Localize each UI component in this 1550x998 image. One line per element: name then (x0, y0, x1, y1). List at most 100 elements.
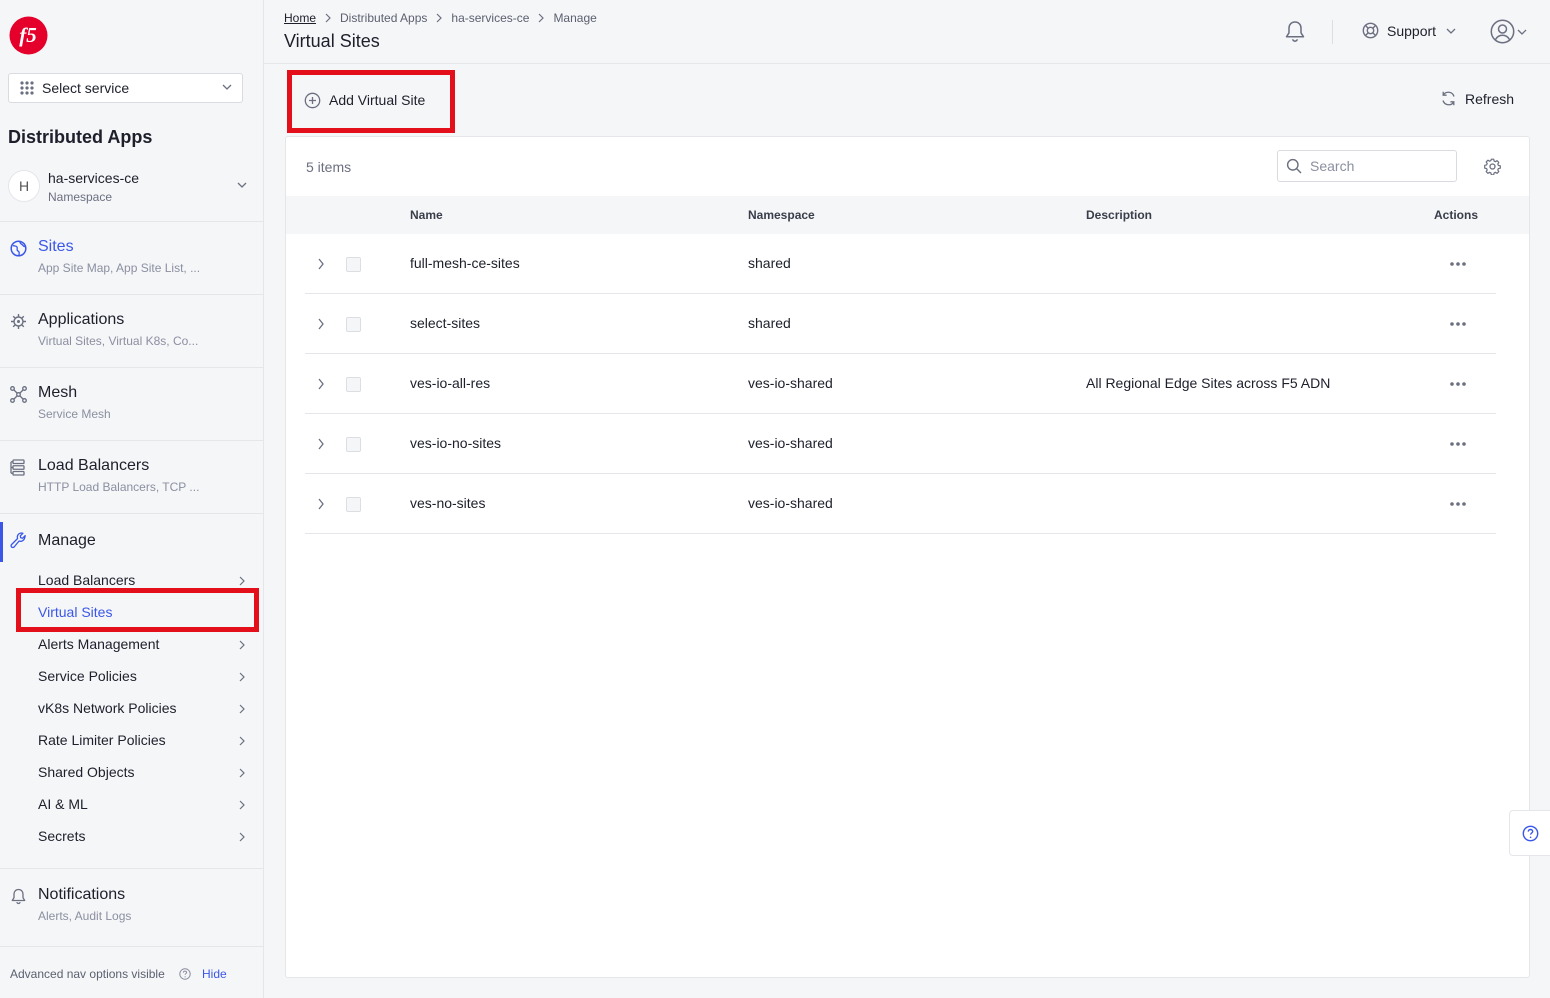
nav-applications-label: Applications (38, 311, 125, 328)
breadcrumb-distributed-apps[interactable]: Distributed Apps (340, 11, 427, 25)
virtual-sites-table-panel: 5 items Name Namespace Description Actio… (285, 136, 1530, 978)
nav-load-balancers[interactable]: Load Balancers HTTP Load Balancers, TCP … (0, 440, 263, 513)
nav-load-balancers-label: Load Balancers (38, 457, 150, 474)
row-name[interactable]: ves-no-sites (410, 495, 485, 511)
table-row[interactable]: ves-no-sites ves-io-shared (305, 474, 1496, 534)
search-field[interactable] (1277, 150, 1457, 182)
manage-item-label: vK8s Network Policies (38, 700, 177, 716)
page-header: Home Distributed Apps ha-services-ce Man… (264, 0, 1550, 64)
chevron-right-icon[interactable] (317, 438, 325, 450)
nav-manage-label[interactable]: Manage (38, 532, 96, 550)
more-actions-icon[interactable] (1449, 376, 1467, 392)
row-checkbox[interactable] (346, 317, 361, 332)
row-name[interactable]: ves-io-no-sites (410, 435, 501, 451)
row-checkbox[interactable] (346, 497, 361, 512)
advanced-nav-footer: Advanced nav options visible Hide (0, 946, 263, 998)
manage-item-label: Shared Objects (38, 764, 135, 780)
nav-load-balancers-sub: HTTP Load Balancers, TCP ... (38, 480, 200, 494)
row-name[interactable]: full-mesh-ce-sites (410, 255, 520, 271)
manage-item-ai-ml[interactable]: AI & ML (0, 789, 263, 821)
globe-icon (10, 240, 27, 257)
table-row[interactable]: select-sites shared (305, 294, 1496, 354)
gear-icon[interactable] (1484, 158, 1501, 175)
mesh-icon (10, 386, 27, 403)
load-balancer-icon (10, 459, 25, 476)
chevron-right-icon (239, 672, 245, 682)
manage-item-shared-objects[interactable]: Shared Objects (0, 757, 263, 789)
nav-applications-sub: Virtual Sites, Virtual K8s, Co... (38, 334, 199, 348)
wrench-icon (10, 532, 26, 549)
more-actions-icon[interactable] (1449, 496, 1467, 512)
chevron-down-icon (222, 84, 232, 90)
support-label: Support (1387, 22, 1437, 39)
column-header-namespace[interactable]: Namespace (748, 208, 815, 222)
breadcrumb-namespace[interactable]: ha-services-ce (451, 11, 529, 25)
nav-mesh[interactable]: Mesh Service Mesh (0, 367, 263, 440)
bell-icon (11, 888, 26, 905)
nav-sites-label: Sites (38, 238, 74, 255)
notification-bell-icon[interactable] (1284, 20, 1306, 44)
advanced-nav-text: Advanced nav options visible (10, 967, 165, 981)
user-menu[interactable] (1490, 19, 1527, 44)
nav-sites[interactable]: Sites App Site Map, App Site List, ... (0, 221, 263, 294)
manage-item-secrets[interactable]: Secrets (0, 821, 263, 853)
breadcrumb-manage[interactable]: Manage (553, 11, 596, 25)
chevron-right-icon[interactable] (317, 318, 325, 330)
select-service-dropdown[interactable]: Select service (8, 73, 243, 103)
column-header-description[interactable]: Description (1086, 208, 1152, 222)
nav-mesh-label: Mesh (38, 384, 78, 401)
chevron-right-icon[interactable] (317, 378, 325, 390)
row-checkbox[interactable] (346, 377, 361, 392)
breadcrumb: Home Distributed Apps ha-services-ce Man… (284, 11, 597, 25)
row-name[interactable]: ves-io-all-res (410, 375, 490, 391)
table-row[interactable]: full-mesh-ce-sites shared (305, 234, 1496, 294)
manage-item-rate-limiter-policies[interactable]: Rate Limiter Policies (0, 725, 263, 757)
help-tab[interactable] (1509, 810, 1550, 856)
row-checkbox[interactable] (346, 257, 361, 272)
user-avatar-icon (1490, 19, 1515, 44)
help-circle-icon[interactable] (179, 968, 191, 980)
manage-item-vk8s-network-policies[interactable]: vK8s Network Policies (0, 693, 263, 725)
more-actions-icon[interactable] (1449, 436, 1467, 452)
support-menu[interactable]: Support (1362, 22, 1456, 39)
more-actions-icon[interactable] (1449, 316, 1467, 332)
f5-logo[interactable]: f5 (8, 15, 49, 56)
row-namespace: shared (748, 255, 791, 271)
hide-advanced-link[interactable]: Hide (202, 967, 227, 981)
chevron-right-icon (239, 736, 245, 746)
namespace-name: ha-services-ce (48, 170, 140, 186)
lifebuoy-icon (1362, 22, 1379, 39)
table-row[interactable]: ves-io-all-res ves-io-shared All Regiona… (305, 354, 1496, 414)
add-virtual-site-button[interactable]: Add Virtual Site (294, 82, 425, 118)
chevron-right-icon (239, 576, 245, 586)
column-header-name[interactable]: Name (410, 208, 443, 222)
breadcrumb-home[interactable]: Home (284, 11, 316, 25)
search-icon (1286, 158, 1302, 174)
row-namespace: shared (748, 315, 791, 331)
chevron-right-icon[interactable] (317, 498, 325, 510)
refresh-button[interactable]: Refresh (1440, 90, 1514, 107)
nav-notifications-sub: Alerts, Audit Logs (38, 909, 132, 923)
chevron-right-icon (239, 832, 245, 842)
namespace-avatar: H (8, 170, 40, 202)
nav-applications[interactable]: Applications Virtual Sites, Virtual K8s,… (0, 294, 263, 367)
chevron-right-icon (436, 13, 443, 23)
manage-item-load-balancers[interactable]: Load Balancers (0, 565, 263, 597)
manage-item-label: AI & ML (38, 796, 88, 812)
search-input[interactable] (1310, 158, 1450, 174)
more-actions-icon[interactable] (1449, 256, 1467, 272)
add-virtual-site-label: Add Virtual Site (329, 92, 426, 108)
row-namespace: ves-io-shared (748, 375, 833, 391)
nav-notifications[interactable]: Notifications Alerts, Audit Logs (0, 868, 263, 946)
namespace-selector[interactable]: H ha-services-ce Namespace (0, 162, 263, 220)
manage-item-alerts-management[interactable]: Alerts Management (0, 629, 263, 661)
manage-item-virtual-sites[interactable]: Virtual Sites (0, 597, 263, 629)
chevron-right-icon (325, 13, 331, 23)
row-name[interactable]: select-sites (410, 315, 480, 331)
item-count: 5 items (306, 159, 352, 175)
table-row[interactable]: ves-io-no-sites ves-io-shared (305, 414, 1496, 474)
row-checkbox[interactable] (346, 437, 361, 452)
chevron-right-icon[interactable] (317, 258, 325, 270)
manage-item-service-policies[interactable]: Service Policies (0, 661, 263, 693)
nav-sites-sub: App Site Map, App Site List, ... (38, 261, 201, 275)
